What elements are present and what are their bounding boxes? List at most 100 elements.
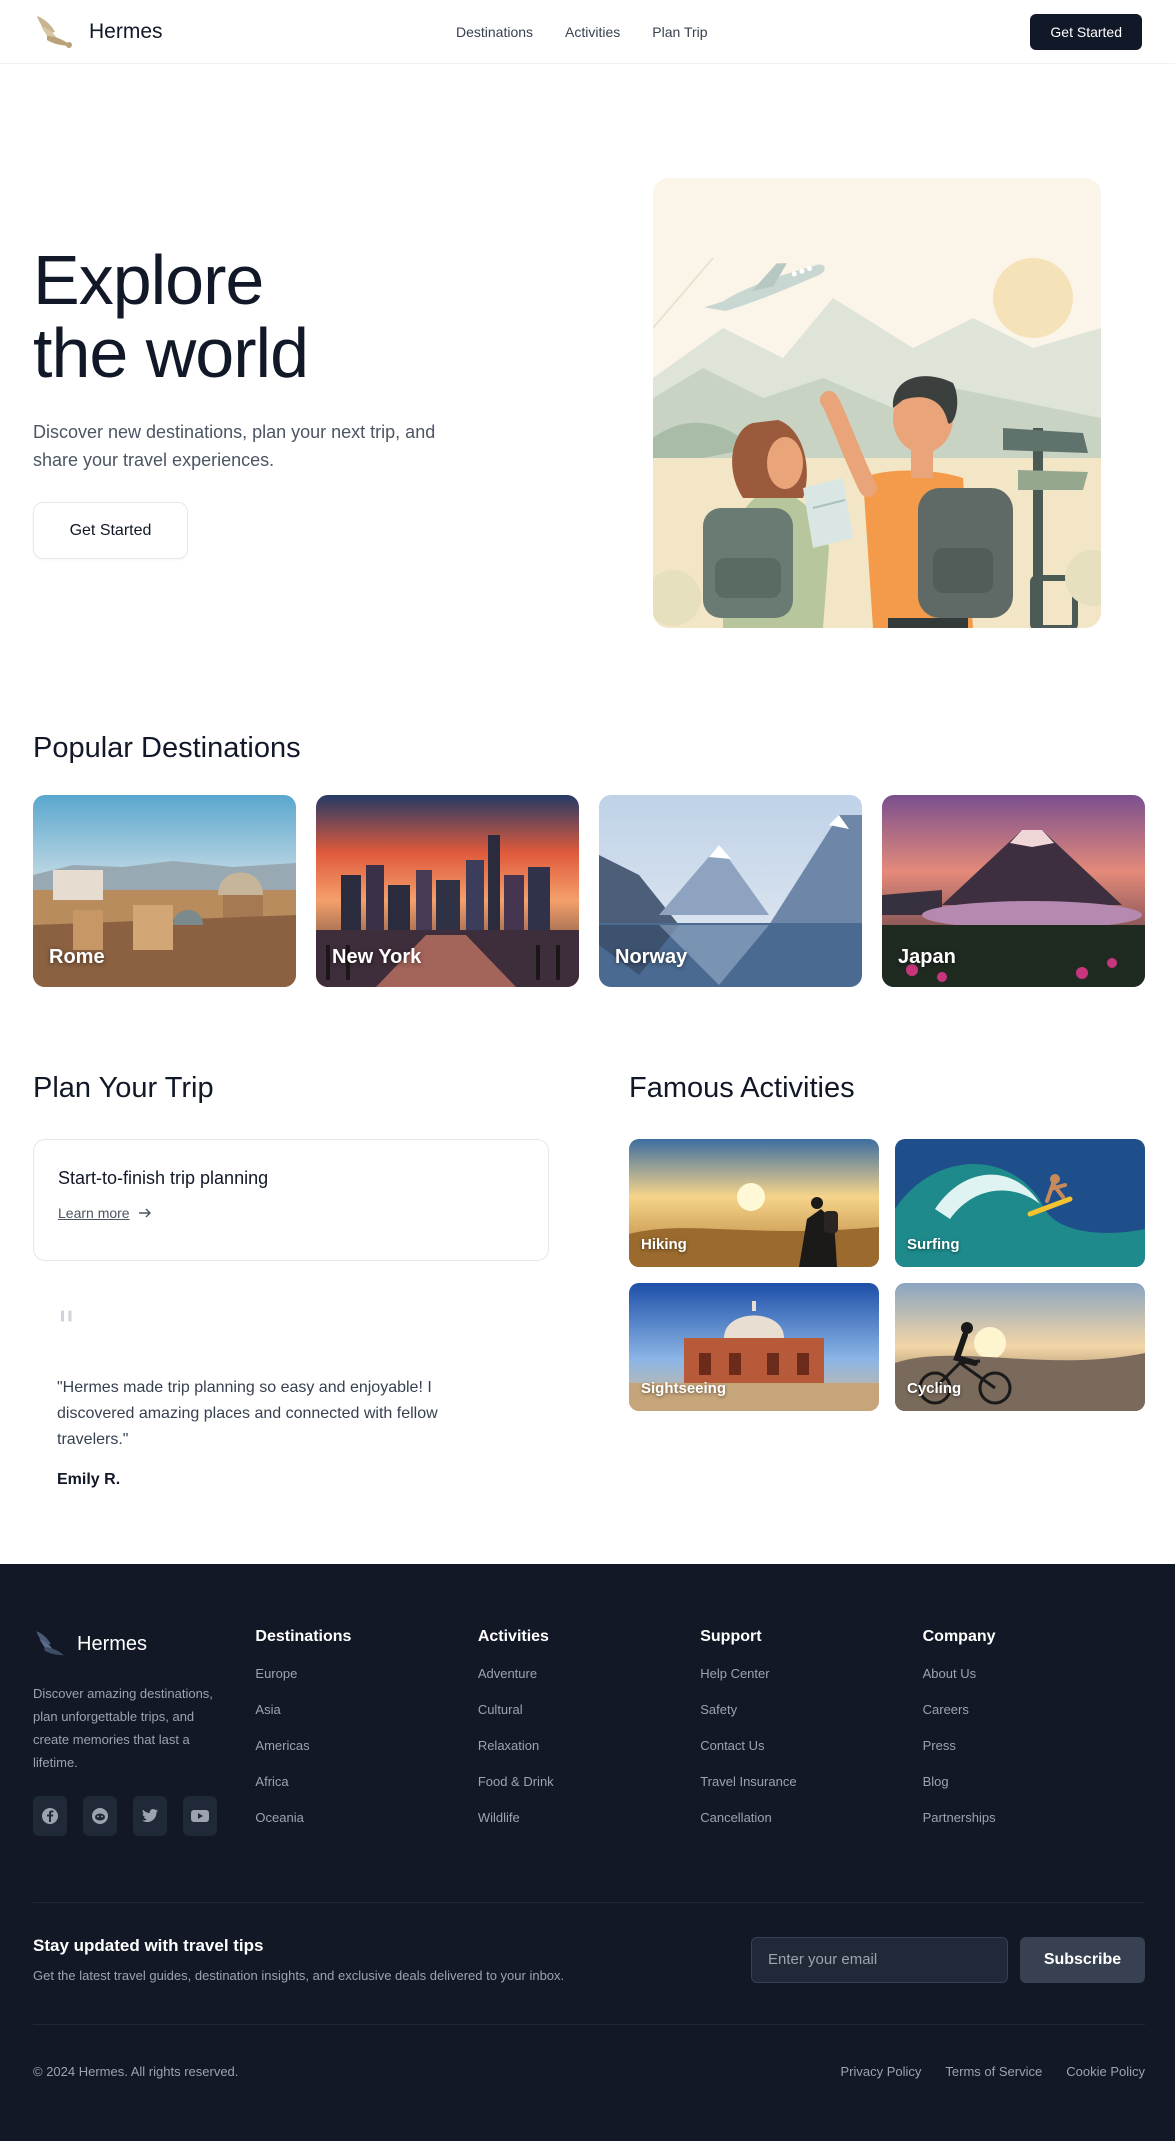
footer-link-contact-us[interactable]: Contact Us <box>700 1728 922 1764</box>
activity-label-cycling: Cycling <box>907 1380 962 1397</box>
footer-brand-row[interactable]: Hermes <box>33 1628 255 1660</box>
newsletter-title: Stay updated with travel tips <box>33 1936 264 1955</box>
footer-link-about-us[interactable]: About Us <box>923 1656 1145 1692</box>
activity-card-surfing[interactable]: Surfing <box>895 1139 1145 1267</box>
activity-label-surfing: Surfing <box>907 1236 960 1253</box>
activities-title: Famous Activities <box>629 1072 855 1104</box>
brand-name: Hermes <box>89 19 163 43</box>
testimonial-author: Emily R. <box>57 1471 121 1488</box>
footer-top: Hermes Discover amazing destinations, pl… <box>33 1628 1145 1836</box>
destination-label-rome: Rome <box>49 946 105 968</box>
youtube-icon <box>191 1810 209 1822</box>
footer-link-food-drink[interactable]: Food & Drink <box>478 1764 700 1800</box>
newsletter-subtitle: Get the latest travel guides, destinatio… <box>33 1968 565 1983</box>
nav-activities[interactable]: Activities <box>565 24 620 40</box>
reddit-link[interactable] <box>83 1796 117 1836</box>
trip-planning-card-title: Start-to-finish trip planning <box>58 1168 269 1188</box>
nav-destinations[interactable]: Destinations <box>456 24 533 40</box>
footer-brand: Hermes Discover amazing destinations, pl… <box>33 1628 255 1836</box>
plan-trip-section: Plan Your Trip Start-to-finish trip plan… <box>33 1072 549 1489</box>
winged-logo-icon <box>37 15 72 48</box>
destination-label-japan: Japan <box>898 946 956 968</box>
hero-subtitle: Discover new destinations, plan your nex… <box>33 422 436 470</box>
destination-card-japan[interactable]: Japan <box>882 795 1145 987</box>
legal-links: Privacy Policy Terms of Service Cookie P… <box>841 2064 1146 2079</box>
destinations-grid: Rome New York Norway Japan <box>33 795 1145 987</box>
plan-trip-title: Plan Your Trip <box>33 1072 214 1104</box>
activity-label-hiking: Hiking <box>641 1236 687 1253</box>
cookie-policy-link[interactable]: Cookie Policy <box>1066 2064 1145 2079</box>
footer-link-asia[interactable]: Asia <box>255 1692 477 1728</box>
newsletter-form: Subscribe <box>751 1936 1145 1983</box>
hero-title-line2: the world <box>33 314 309 392</box>
footer-link-help-center[interactable]: Help Center <box>700 1656 922 1692</box>
learn-more-link[interactable]: Learn more <box>58 1205 524 1221</box>
twitter-link[interactable] <box>133 1796 167 1836</box>
footer-column-support: Support Help Center Safety Contact Us Tr… <box>700 1628 922 1836</box>
footer-link-relaxation[interactable]: Relaxation <box>478 1728 700 1764</box>
footer-link-adventure[interactable]: Adventure <box>478 1656 700 1692</box>
trip-planning-card[interactable]: Start-to-finish trip planning Learn more <box>33 1139 549 1261</box>
learn-more-label: Learn more <box>58 1205 130 1221</box>
activity-card-sightseeing[interactable]: Sightseeing <box>629 1283 879 1411</box>
footer-divider <box>33 2024 1145 2025</box>
brand-logo-link[interactable]: Hermes <box>33 12 163 52</box>
hero-illustration <box>653 178 1101 628</box>
footer-column-company: Company About Us Careers Press Blog Part… <box>923 1628 1145 1836</box>
footer-bottom: © 2024 Hermes. All rights reserved. Priv… <box>33 2064 1145 2079</box>
hero-title: Explore the world <box>33 244 513 390</box>
youtube-link[interactable] <box>183 1796 217 1836</box>
site-header: Hermes Destinations Activities Plan Trip… <box>0 0 1175 64</box>
email-field[interactable] <box>751 1936 1008 1983</box>
hero-get-started-button[interactable]: Get Started <box>33 502 188 559</box>
footer-link-blog[interactable]: Blog <box>923 1764 1145 1800</box>
newsletter-section: Stay updated with travel tips Get the la… <box>33 1936 1145 1983</box>
activity-card-hiking[interactable]: Hiking <box>629 1139 879 1267</box>
main-nav: Destinations Activities Plan Trip <box>456 24 708 40</box>
footer-link-travel-insurance[interactable]: Travel Insurance <box>700 1764 922 1800</box>
footer-link-cancellation[interactable]: Cancellation <box>700 1800 922 1836</box>
footer-link-africa[interactable]: Africa <box>255 1764 477 1800</box>
footer-brand-name: Hermes <box>77 1632 148 1655</box>
footer-link-safety[interactable]: Safety <box>700 1692 922 1728</box>
footer-link-wildlife[interactable]: Wildlife <box>478 1800 700 1836</box>
terms-of-service-link[interactable]: Terms of Service <box>945 2064 1042 2079</box>
footer-link-press[interactable]: Press <box>923 1728 1145 1764</box>
famous-activities-section: Famous Activities Hiking Surfing Sightse… <box>629 1072 1145 1411</box>
activity-card-cycling[interactable]: Cycling <box>895 1283 1145 1411</box>
copyright-text: © 2024 Hermes. All rights reserved. <box>33 2064 239 2079</box>
facebook-icon <box>42 1808 58 1824</box>
privacy-policy-link[interactable]: Privacy Policy <box>841 2064 922 2079</box>
winged-logo-icon <box>36 1631 64 1656</box>
activity-label-sightseeing: Sightseeing <box>641 1380 727 1397</box>
footer-column-title: Support <box>700 1628 762 1645</box>
footer-column-title: Company <box>922 1628 996 1645</box>
hero-title-line1: Explore <box>33 241 264 319</box>
footer-divider <box>33 1902 1145 1903</box>
destination-card-new-york[interactable]: New York <box>316 795 579 987</box>
footer-link-europe[interactable]: Europe <box>255 1656 477 1692</box>
reddit-icon <box>92 1808 108 1824</box>
footer-column-activities: Activities Adventure Cultural Relaxation… <box>478 1628 700 1836</box>
facebook-link[interactable] <box>33 1796 67 1836</box>
footer-link-careers[interactable]: Careers <box>923 1692 1145 1728</box>
twitter-icon <box>142 1809 158 1822</box>
travelers-illustration <box>653 178 1101 628</box>
testimonial-quote: "Hermes made trip planning so easy and e… <box>57 1379 438 1448</box>
footer-link-americas[interactable]: Americas <box>255 1728 477 1764</box>
hero-section: Explore the world Discover new destinati… <box>0 64 1175 692</box>
arrow-right-icon <box>138 1208 151 1218</box>
popular-destinations-section: Popular Destinations Rome New York Norwa… <box>33 732 1145 987</box>
destination-card-rome[interactable]: Rome <box>33 795 296 987</box>
newsletter-text: Stay updated with travel tips Get the la… <box>33 1936 564 1983</box>
quote-icon: " <box>57 1304 76 1350</box>
subscribe-button[interactable]: Subscribe <box>1020 1936 1145 1983</box>
footer-column-title: Destinations <box>255 1628 352 1645</box>
destination-card-norway[interactable]: Norway <box>599 795 862 987</box>
footer-link-partnerships[interactable]: Partnerships <box>923 1800 1145 1836</box>
footer-link-oceania[interactable]: Oceania <box>255 1800 477 1836</box>
footer-link-cultural[interactable]: Cultural <box>478 1692 700 1728</box>
header-get-started-button[interactable]: Get Started <box>1030 13 1142 50</box>
destination-label-norway: Norway <box>615 946 688 968</box>
nav-plan-trip[interactable]: Plan Trip <box>652 24 707 40</box>
